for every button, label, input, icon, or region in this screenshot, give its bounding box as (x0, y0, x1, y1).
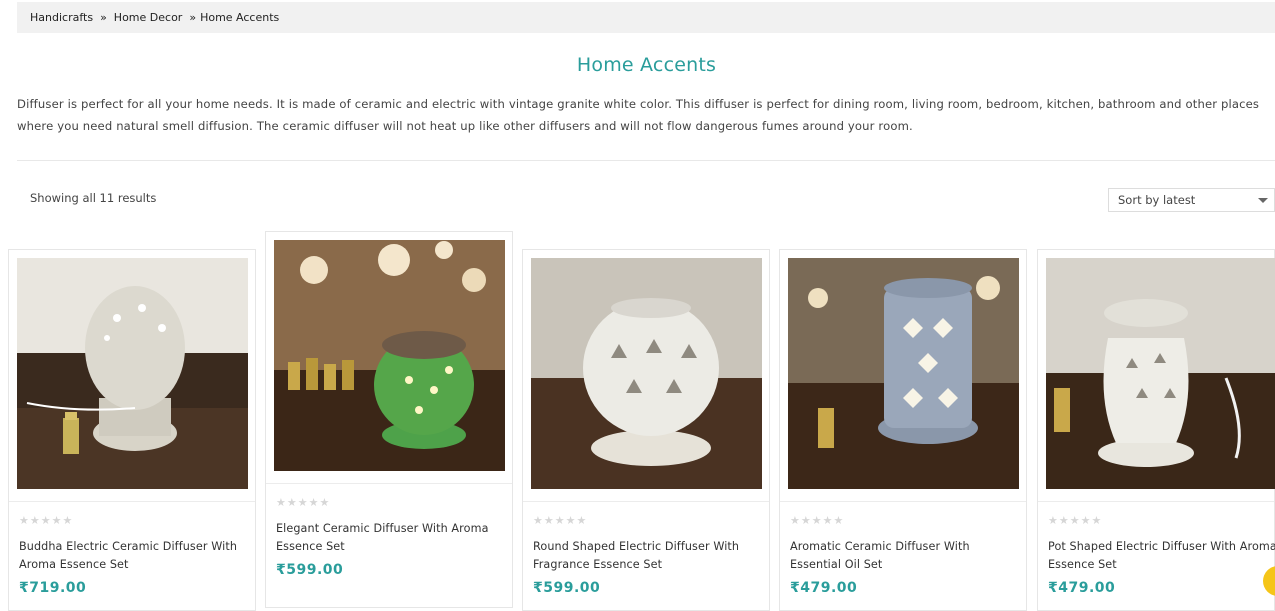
rating-stars: ★★★★★ (276, 496, 331, 509)
category-description: Diffuser is perfect for all your home ne… (17, 97, 1260, 133)
product-image[interactable] (274, 240, 505, 471)
breadcrumb-separator: » (100, 11, 107, 24)
result-count: Showing all 11 results (30, 191, 157, 205)
product-card[interactable]: ★★★★★ Round Shaped Electric Diffuser Wit… (522, 249, 770, 611)
product-price: ₹719.00 (19, 580, 87, 596)
product-card[interactable]: ★★★★★ Aromatic Ceramic Diffuser With Ess… (779, 249, 1027, 611)
product-price: ₹599.00 (533, 580, 601, 596)
card-divider (780, 501, 1026, 502)
product-name[interactable]: Aromatic Ceramic Diffuser With Essential… (790, 538, 1022, 574)
rating-stars: ★★★★★ (1048, 514, 1103, 527)
card-divider (9, 501, 255, 502)
product-card[interactable]: ★★★★★ Buddha Electric Ceramic Diffuser W… (8, 249, 256, 611)
product-card[interactable]: ★★★★★ Elegant Ceramic Diffuser With Arom… (265, 231, 513, 608)
product-image[interactable] (788, 258, 1019, 489)
product-image[interactable] (531, 258, 762, 489)
product-price: ₹479.00 (790, 580, 858, 596)
product-name[interactable]: Buddha Electric Ceramic Diffuser With Ar… (19, 538, 251, 574)
breadcrumb: Handicrafts » Home Decor » Home Accents (17, 2, 1275, 33)
breadcrumb-separator: » (189, 11, 197, 24)
chevron-down-icon (1258, 198, 1268, 203)
rating-stars: ★★★★★ (19, 514, 74, 527)
card-divider (1038, 501, 1274, 502)
divider (17, 160, 1275, 161)
product-image[interactable] (17, 258, 248, 489)
sort-select[interactable]: Sort by latest (1108, 188, 1275, 212)
sort-selected-value: Sort by latest (1118, 193, 1196, 207)
product-name[interactable]: Elegant Ceramic Diffuser With Aroma Esse… (276, 520, 508, 556)
product-price: ₹599.00 (276, 562, 344, 578)
product-card[interactable]: ★★★★★ Pot Shaped Electric Diffuser With … (1037, 249, 1275, 611)
card-divider (266, 483, 512, 484)
breadcrumb-home-decor[interactable]: Home Decor (114, 11, 183, 24)
product-image[interactable] (1046, 258, 1275, 489)
product-name[interactable]: Round Shaped Electric Diffuser With Frag… (533, 538, 765, 574)
breadcrumb-handicrafts[interactable]: Handicrafts (30, 11, 93, 24)
page-title: Home Accents (576, 54, 717, 76)
product-price: ₹479.00 (1048, 580, 1116, 596)
rating-stars: ★★★★★ (790, 514, 845, 527)
breadcrumb-current: Home Accents (200, 11, 280, 24)
card-divider (523, 501, 769, 502)
rating-stars: ★★★★★ (533, 514, 588, 527)
product-name[interactable]: Pot Shaped Electric Diffuser With Aroma … (1048, 538, 1275, 574)
